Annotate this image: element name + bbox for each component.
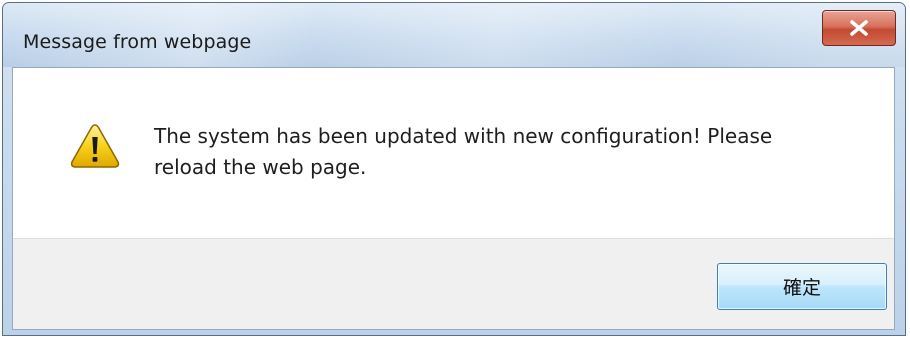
message-text: The system has been updated with new con… — [154, 121, 874, 183]
close-button[interactable] — [822, 10, 896, 46]
title-bar[interactable]: Message from webpage — [3, 3, 905, 67]
button-area: 確定 — [13, 238, 894, 329]
message-line-2: reload the web page. — [154, 155, 367, 179]
message-line-1: The system has been updated with new con… — [154, 124, 773, 148]
close-icon — [850, 20, 868, 36]
warning-icon — [70, 124, 120, 168]
dialog-title: Message from webpage — [23, 31, 252, 53]
dialog-client-area: The system has been updated with new con… — [12, 67, 895, 330]
ok-button[interactable]: 確定 — [717, 263, 887, 310]
dialog-window: Message from webpage The system has been… — [2, 2, 906, 336]
message-area: The system has been updated with new con… — [13, 68, 894, 238]
